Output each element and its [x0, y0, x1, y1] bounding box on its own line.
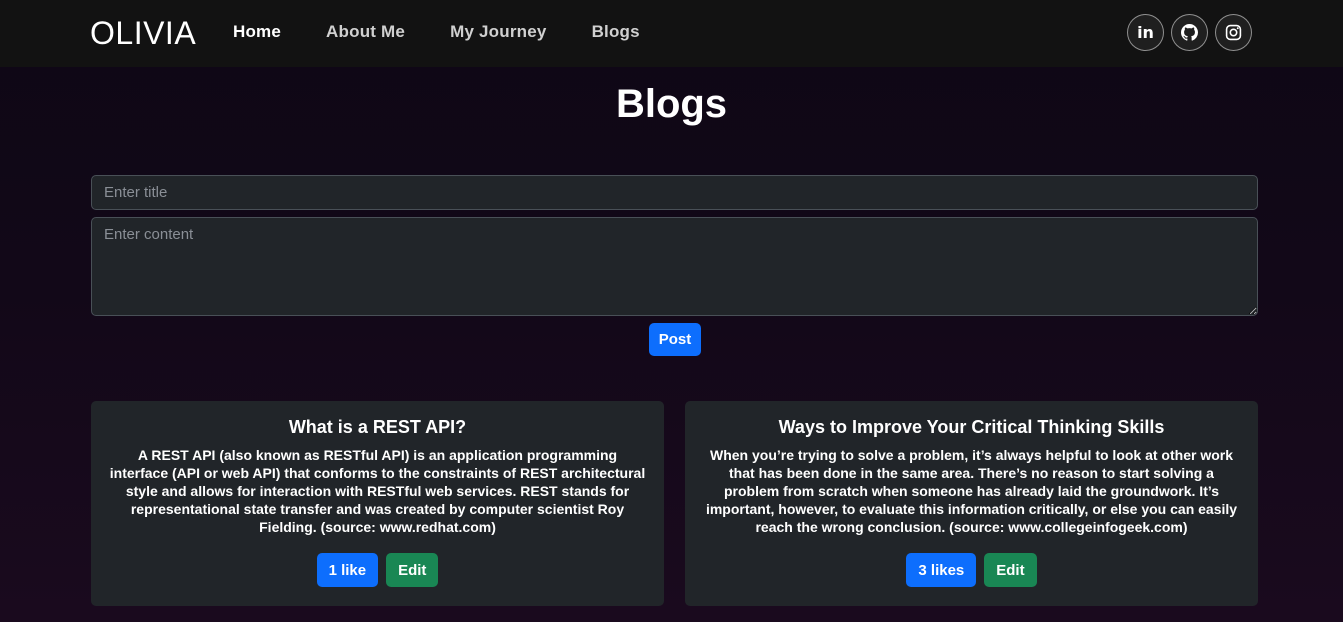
edit-button[interactable]: Edit — [386, 553, 439, 587]
blog-card-content: A REST API (also known as RESTful API) i… — [109, 447, 646, 535]
nav-links: Home About Me My Journey Blogs — [233, 22, 685, 42]
blog-card: Ways to Improve Your Critical Thinking S… — [685, 401, 1258, 606]
blog-card: What is a REST API? A REST API (also kno… — [91, 401, 664, 606]
content-textarea[interactable] — [91, 217, 1258, 316]
linkedin-icon: in — [1137, 23, 1154, 42]
nav-link-about-me[interactable]: About Me — [326, 22, 405, 42]
blog-card-actions: 1 like Edit — [91, 553, 664, 587]
blog-card-title: What is a REST API? — [288, 417, 467, 437]
like-button[interactable]: 3 likes — [906, 553, 977, 587]
blog-card-title: Ways to Improve Your Critical Thinking S… — [778, 417, 1165, 437]
title-input[interactable] — [91, 175, 1258, 210]
github-button[interactable] — [1171, 14, 1208, 51]
page-title: Blogs — [615, 82, 728, 126]
github-icon — [1181, 24, 1198, 41]
linkedin-button[interactable]: in — [1127, 14, 1164, 51]
instagram-icon — [1225, 24, 1242, 41]
social-links: in — [1127, 14, 1252, 51]
nav-link-my-journey[interactable]: My Journey — [450, 22, 546, 42]
blog-card-content: When you’re trying to solve a problem, i… — [705, 447, 1238, 535]
nav-link-home[interactable]: Home — [233, 22, 281, 42]
edit-button[interactable]: Edit — [984, 553, 1037, 587]
like-button[interactable]: 1 like — [316, 553, 379, 587]
nav-link-blogs[interactable]: Blogs — [592, 22, 640, 42]
instagram-button[interactable] — [1215, 14, 1252, 51]
navbar: OLIVIA Home About Me My Journey Blogs in — [0, 0, 1343, 67]
blog-card-actions: 3 likes Edit — [685, 553, 1258, 587]
post-button[interactable]: Post — [649, 323, 701, 356]
brand-logo[interactable]: OLIVIA — [90, 15, 196, 52]
